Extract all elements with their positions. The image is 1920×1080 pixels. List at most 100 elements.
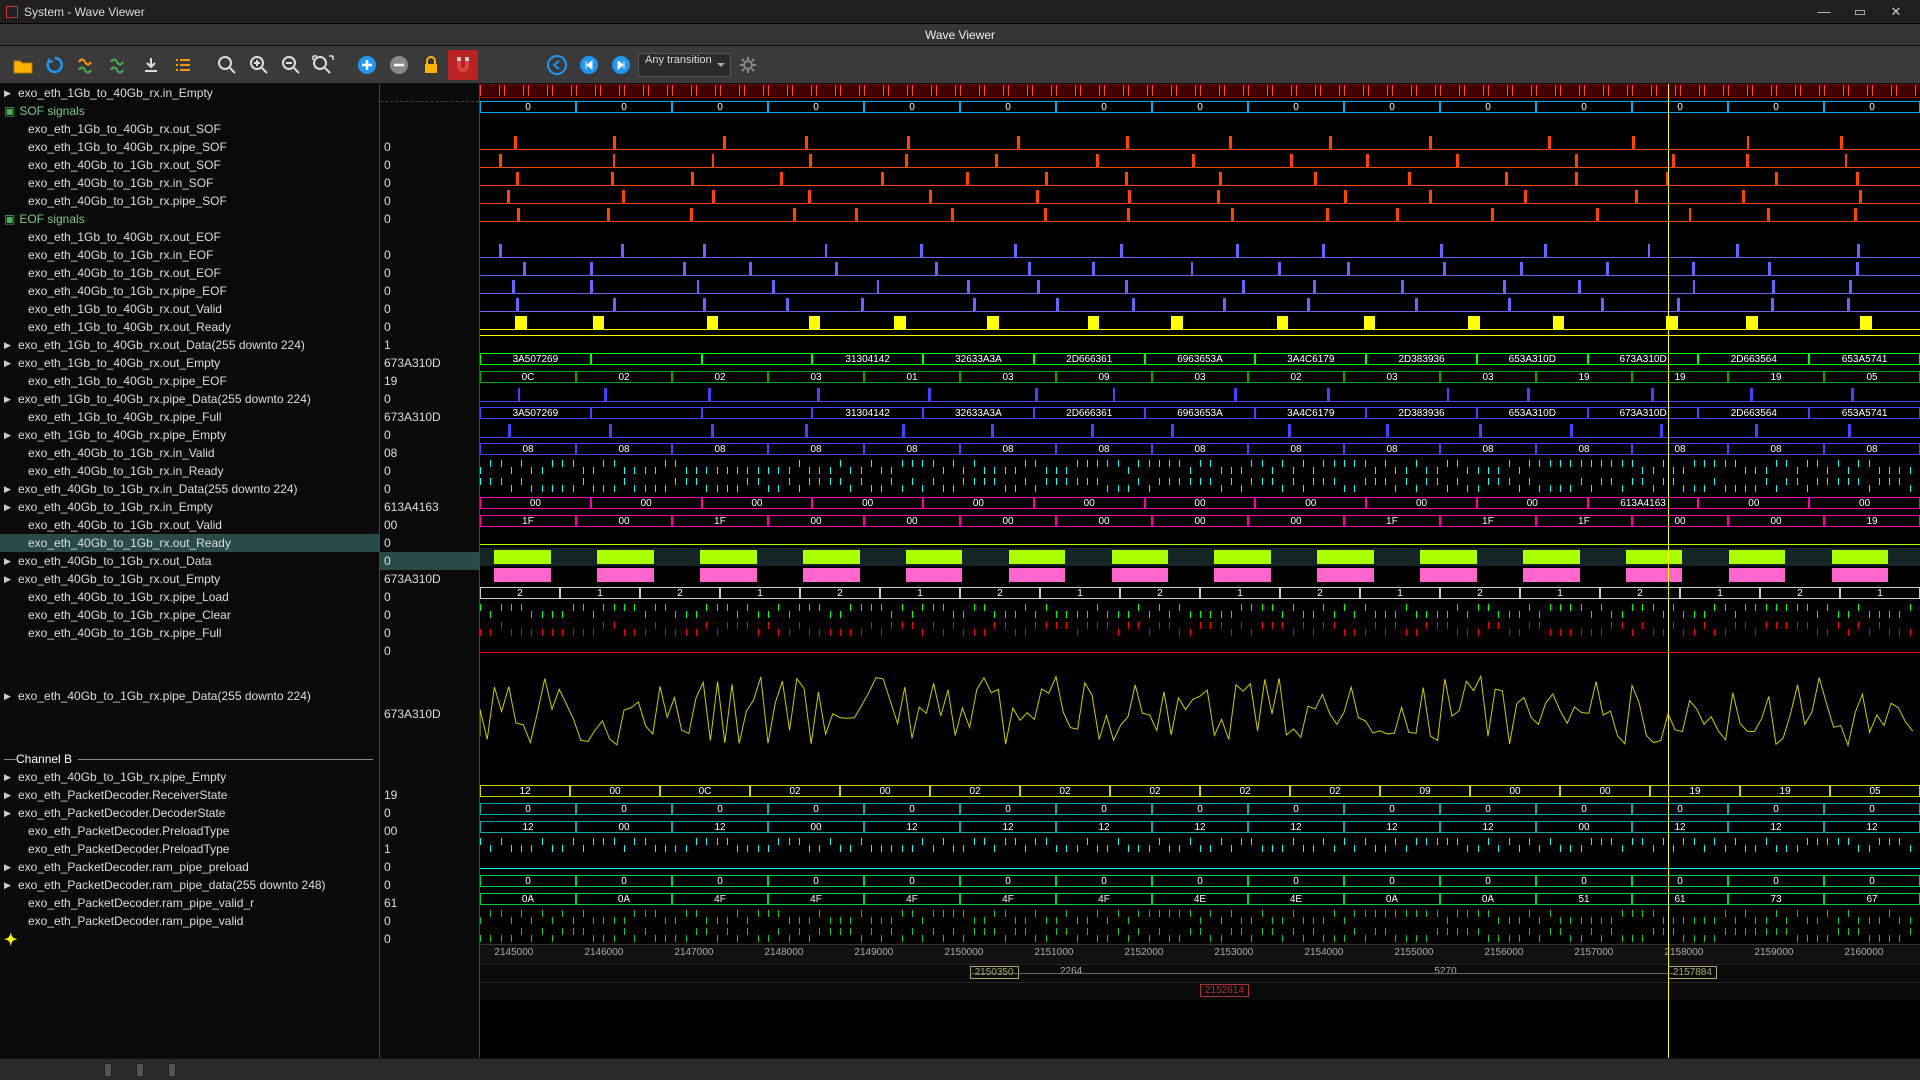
signal-values-column[interactable]: 00000000001673A310D190673A310D00800613A4…: [380, 84, 480, 1058]
signal-row[interactable]: exo_eth_1Gb_to_40Gb_rx.out_EOF: [0, 228, 379, 246]
signal-row[interactable]: ▶ exo_eth_1Gb_to_40Gb_rx.pipe_Data(255 d…: [0, 390, 379, 408]
signal-row[interactable]: ▶ exo_eth_40Gb_to_1Gb_rx.in_Data(255 dow…: [0, 480, 379, 498]
reload-button[interactable]: [40, 50, 70, 80]
signal-row[interactable]: ▶ exo_eth_1Gb_to_40Gb_rx.in_Empty: [0, 84, 379, 102]
waveform-row[interactable]: [480, 854, 1920, 872]
waveform-row[interactable]: [480, 242, 1920, 260]
add-button[interactable]: [352, 50, 382, 80]
signal-row[interactable]: exo_eth_40Gb_to_1Gb_rx.out_Ready: [0, 534, 379, 552]
waveform-row[interactable]: [480, 332, 1920, 350]
signal-row[interactable]: exo_eth_40Gb_to_1Gb_rx.out_SOF: [0, 156, 379, 174]
download-button[interactable]: [136, 50, 166, 80]
waveform-area[interactable]: 000000000000000 3A5072693130414232633A3A2…: [480, 84, 1920, 1058]
status-handle[interactable]: [104, 1063, 112, 1077]
waveform-row[interactable]: [480, 908, 1920, 926]
list-button[interactable]: [168, 50, 198, 80]
snap-button[interactable]: [448, 50, 478, 80]
signal-row[interactable]: exo_eth_40Gb_to_1Gb_rx.out_EOF: [0, 264, 379, 282]
status-handle[interactable]: [168, 1063, 176, 1077]
signal-row[interactable]: Channel B: [0, 750, 379, 768]
waveform-row[interactable]: [480, 458, 1920, 476]
signal-row[interactable]: ▶ exo_eth_PacketDecoder.ram_pipe_preload: [0, 858, 379, 876]
waveform-row[interactable]: [480, 836, 1920, 854]
time-marker[interactable]: 2152614: [1200, 984, 1249, 997]
waveform-row[interactable]: [480, 656, 1920, 764]
signal-row[interactable]: exo_eth_1Gb_to_40Gb_rx.out_SOF: [0, 120, 379, 138]
zoom-in-button[interactable]: [244, 50, 274, 80]
settings-button[interactable]: [733, 50, 763, 80]
waveform-row[interactable]: 1F001F0000000000001F1F1F000019: [480, 512, 1920, 530]
waveform-row[interactable]: 12000C02000202020202090000191905: [480, 782, 1920, 800]
waveform-row[interactable]: [480, 530, 1920, 548]
waveform-row[interactable]: [480, 764, 1920, 782]
first-edge-button[interactable]: [574, 50, 604, 80]
waveform-row[interactable]: [480, 476, 1920, 494]
signal-row[interactable]: ▶ exo_eth_PacketDecoder.ram_pipe_data(25…: [0, 876, 379, 894]
open-button[interactable]: [8, 50, 38, 80]
waveform-row[interactable]: 000000000000000: [480, 98, 1920, 116]
marker-bar[interactable]: 2150350226452702157884: [480, 964, 1920, 982]
signal-row[interactable]: ▶ exo_eth_1Gb_to_40Gb_rx.out_Empty: [0, 354, 379, 372]
time-marker[interactable]: 2157884: [1668, 966, 1717, 979]
waveform-row[interactable]: [480, 926, 1920, 944]
signal-row[interactable]: exo_eth_40Gb_to_1Gb_rx.pipe_Load: [0, 588, 379, 606]
time-axis[interactable]: 2145000214600021470002148000214900021500…: [480, 944, 1920, 964]
waveform-row[interactable]: [480, 152, 1920, 170]
waveform-row[interactable]: [480, 314, 1920, 332]
waveform-row[interactable]: 120012001212121212121200121212: [480, 818, 1920, 836]
maximize-button[interactable]: ▭: [1842, 4, 1878, 20]
waveform-row[interactable]: [480, 260, 1920, 278]
signal-row[interactable]: exo_eth_40Gb_to_1Gb_rx.out_Valid: [0, 516, 379, 534]
signal-row[interactable]: ▶ exo_eth_PacketDecoder.ReceiverState: [0, 786, 379, 804]
time-marker[interactable]: 2264: [1056, 966, 1086, 977]
waveform-row[interactable]: [480, 638, 1920, 656]
waveform-row[interactable]: 00000000000000000000613A41630000: [480, 494, 1920, 512]
signal-row[interactable]: ▶ exo_eth_1Gb_to_40Gb_rx.pipe_Empty: [0, 426, 379, 444]
zoom-fit-button[interactable]: [212, 50, 242, 80]
signal-row[interactable]: exo_eth_40Gb_to_1Gb_rx.pipe_EOF: [0, 282, 379, 300]
signal-row[interactable]: ▶ exo_eth_40Gb_to_1Gb_rx.pipe_Data(255 d…: [0, 642, 379, 750]
status-handle[interactable]: [136, 1063, 144, 1077]
waveform-row[interactable]: [480, 602, 1920, 620]
waveform-row[interactable]: [480, 548, 1920, 566]
waveform-row[interactable]: [480, 206, 1920, 224]
signal-row[interactable]: exo_eth_40Gb_to_1Gb_rx.in_SOF: [0, 174, 379, 192]
signal-row[interactable]: exo_eth_1Gb_to_40Gb_rx.pipe_EOF: [0, 372, 379, 390]
signal-row[interactable]: ▶ exo_eth_PacketDecoder.DecoderState: [0, 804, 379, 822]
time-cursor[interactable]: [1668, 84, 1669, 1058]
signal-row[interactable]: ▶ exo_eth_40Gb_to_1Gb_rx.in_Empty: [0, 498, 379, 516]
signal-row[interactable]: exo_eth_1Gb_to_40Gb_rx.pipe_SOF: [0, 138, 379, 156]
signal-row[interactable]: exo_eth_40Gb_to_1Gb_rx.pipe_Full: [0, 624, 379, 642]
waveform-row[interactable]: [480, 422, 1920, 440]
remove-button[interactable]: [384, 50, 414, 80]
lock-button[interactable]: [416, 50, 446, 80]
time-marker[interactable]: 5270: [1430, 966, 1460, 977]
waveform-row[interactable]: 000000000000000: [480, 800, 1920, 818]
waveform-row[interactable]: [480, 566, 1920, 584]
signal-row[interactable]: exo_eth_40Gb_to_1Gb_rx.in_EOF: [0, 246, 379, 264]
signal-row[interactable]: exo_eth_40Gb_to_1Gb_rx.pipe_SOF: [0, 192, 379, 210]
waveform-row[interactable]: 3A5072693130414232633A3A2D6663616963653A…: [480, 350, 1920, 368]
signal-row[interactable]: ▣SOF signals: [0, 102, 379, 120]
signal-row[interactable]: exo_eth_1Gb_to_40Gb_rx.out_Ready: [0, 318, 379, 336]
signal-row[interactable]: exo_eth_PacketDecoder.PreloadType: [0, 840, 379, 858]
waveform-row[interactable]: [480, 278, 1920, 296]
signal-row[interactable]: exo_eth_1Gb_to_40Gb_rx.out_Valid: [0, 300, 379, 318]
waveform-row[interactable]: [480, 170, 1920, 188]
prev-edge-button[interactable]: [542, 50, 572, 80]
signal-names-column[interactable]: ▶ exo_eth_1Gb_to_40Gb_rx.in_Empty▣SOF si…: [0, 84, 380, 1058]
signal-row[interactable]: ▶ exo_eth_1Gb_to_40Gb_rx.out_Data(255 do…: [0, 336, 379, 354]
transition-select[interactable]: Any transition: [638, 53, 731, 77]
waveform-row[interactable]: 000000000000000: [480, 872, 1920, 890]
signal-row[interactable]: exo_eth_PacketDecoder.ram_pipe_valid: [0, 912, 379, 930]
wave-tool-2-button[interactable]: [104, 50, 134, 80]
minimize-button[interactable]: —: [1806, 4, 1842, 19]
marker-bar[interactable]: 2152614: [480, 982, 1920, 1000]
waveform-row[interactable]: [480, 386, 1920, 404]
signal-row[interactable]: ▶ exo_eth_40Gb_to_1Gb_rx.out_Data: [0, 552, 379, 570]
signal-row[interactable]: exo_eth_1Gb_to_40Gb_rx.pipe_Full: [0, 408, 379, 426]
signal-row[interactable]: ▶ exo_eth_40Gb_to_1Gb_rx.out_Empty: [0, 570, 379, 588]
waveform-row[interactable]: [480, 188, 1920, 206]
waveform-row[interactable]: [480, 296, 1920, 314]
wave-tool-1-button[interactable]: [72, 50, 102, 80]
